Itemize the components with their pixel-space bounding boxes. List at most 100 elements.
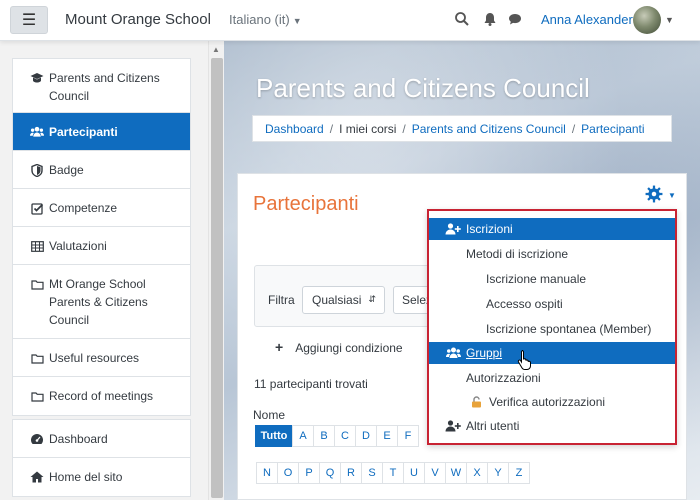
chat-icon[interactable] (507, 11, 523, 27)
folder-icon (30, 275, 44, 293)
sidebar-item-label: Valutazioni (49, 239, 107, 253)
scrollbar-thumb[interactable] (211, 58, 223, 498)
initial-letter-button[interactable]: Y (487, 462, 509, 484)
checkbox-icon (30, 199, 44, 217)
user-name[interactable]: Anna Alexander (541, 12, 633, 27)
table-icon (30, 237, 44, 255)
breadcrumb-separator: / (329, 121, 334, 136)
chevron-down-icon[interactable]: ▼ (668, 191, 676, 200)
menu-item-altri-utenti[interactable]: Altri utenti (429, 415, 675, 437)
menu-item-label: Iscrizioni (466, 222, 513, 236)
drawer-course-list: Parents and Citizens Council Partecipanti… (12, 58, 191, 416)
sidebar-item-useful-resources[interactable]: Useful resources (13, 339, 190, 377)
initial-all-button[interactable]: Tutto (255, 425, 293, 447)
initial-letter-button[interactable]: X (466, 462, 488, 484)
initial-letter-button[interactable]: T (382, 462, 404, 484)
course-admin-menu: Iscrizioni Metodi di iscrizione Iscrizione… (427, 209, 677, 445)
initial-letter-button[interactable]: O (277, 462, 299, 484)
breadcrumb-participants[interactable]: Partecipanti (581, 122, 644, 136)
initial-letter-button[interactable]: E (376, 425, 398, 447)
menu-item-iscrizioni[interactable]: Iscrizioni (429, 218, 675, 240)
menu-item-accesso-ospiti[interactable]: Accesso ospiti (429, 293, 675, 315)
sidebar-item-home-del-sito[interactable]: Home del sito (13, 458, 190, 496)
menu-item-metodi-di-iscrizione[interactable]: Metodi di iscrizione (429, 243, 675, 265)
menu-item-iscrizione-manuale[interactable]: Iscrizione manuale (429, 268, 675, 290)
menu-item-iscrizione-spontanea-member[interactable]: Iscrizione spontanea (Member) (429, 318, 675, 340)
breadcrumb: Dashboard / I miei corsi / Parents and C… (252, 115, 672, 142)
initial-letter-button[interactable]: S (361, 462, 383, 484)
match-select-value: Qualsiasi (312, 293, 362, 307)
drawer-site-list: Dashboard Home del sito (12, 419, 191, 497)
graduation-cap-icon (30, 69, 44, 87)
bell-icon[interactable] (482, 11, 498, 27)
breadcrumb-separator: / (571, 121, 576, 136)
sidebar-item-parents-and-citizens-council[interactable]: Parents and Citizens Council (13, 59, 190, 113)
sidebar-item-label: Record of meetings (49, 389, 154, 403)
menu-item-label: Iscrizione spontanea (Member) (486, 322, 652, 336)
participants-count: 11 partecipanti trovati (254, 377, 368, 391)
initial-letter-button[interactable]: A (292, 425, 314, 447)
gear-icon[interactable] (645, 185, 663, 203)
search-icon[interactable] (454, 11, 470, 27)
hand-cursor-icon (517, 350, 531, 370)
sidebar-item-label: Dashboard (49, 432, 108, 446)
menu-item-gruppi[interactable]: Gruppi (429, 342, 675, 364)
folder-icon (30, 349, 44, 367)
nav-drawer: Parents and Citizens Council Partecipanti… (0, 41, 208, 500)
menu-item-label: Verifica autorizzazioni (489, 395, 606, 409)
top-navbar: ☰ Mount Orange School Italiano (it) ▼ Ann… (0, 0, 700, 41)
filter-label: Filtra (268, 293, 295, 307)
sidebar-item-dashboard[interactable]: Dashboard (13, 420, 190, 458)
sidebar-item-partecipanti[interactable]: Partecipanti (13, 113, 190, 151)
hamburger-icon[interactable]: ☰ (10, 6, 48, 34)
breadcrumb-dashboard[interactable]: Dashboard (265, 122, 324, 136)
breadcrumb-course[interactable]: Parents and Citizens Council (412, 122, 566, 136)
sidebar-item-mt-orange-school-parents-citizens-council[interactable]: Mt Orange School Parents & Citizens Coun… (13, 265, 190, 339)
scroll-up-icon[interactable]: ▲ (212, 45, 220, 54)
sidebar-item-label: Partecipanti (49, 125, 118, 139)
drawer-scrollbar[interactable]: ▲ (208, 41, 224, 500)
initial-letter-button[interactable]: R (340, 462, 362, 484)
initial-letter-button[interactable]: W (445, 462, 467, 484)
sidebar-item-label: Useful resources (49, 351, 140, 365)
shield-icon (30, 161, 44, 179)
sidebar-item-competenze[interactable]: Competenze (13, 189, 190, 227)
initial-letter-button[interactable]: B (313, 425, 335, 447)
user-plus-icon (445, 419, 461, 433)
breadcrumb-separator: / (402, 121, 406, 136)
sidebar-item-record-of-meetings[interactable]: Record of meetings (13, 377, 190, 415)
initial-letter-button[interactable]: D (355, 425, 377, 447)
initial-letter-button[interactable]: P (298, 462, 320, 484)
sidebar-item-label: Competenze (49, 201, 118, 215)
page-title: Parents and Citizens Council (256, 73, 590, 103)
menu-item-label: Accesso ospiti (486, 297, 563, 311)
match-select[interactable]: Qualsiasi ⇵ (302, 286, 385, 314)
menu-item-autorizzazioni[interactable]: Autorizzazioni (429, 367, 675, 389)
chevron-down-icon[interactable]: ▼ (665, 15, 674, 25)
sidebar-item-badge[interactable]: Badge (13, 151, 190, 189)
add-condition-label: Aggiungi condizione (295, 341, 403, 355)
participants-heading: Partecipanti (253, 193, 359, 215)
initial-letter-button[interactable]: Z (508, 462, 530, 484)
initial-letter-button[interactable]: V (424, 462, 446, 484)
initial-letter-button[interactable]: N (256, 462, 278, 484)
initial-letter-button[interactable]: C (334, 425, 356, 447)
add-condition-button[interactable]: + Aggiungi condizione (275, 339, 403, 355)
sidebar-item-valutazioni[interactable]: Valutazioni (13, 227, 190, 265)
select-arrows-icon: ⇵ (368, 294, 376, 304)
sidebar-item-label: Home del sito (49, 470, 123, 484)
user-plus-icon (445, 222, 461, 236)
initials-bar-row1: Tutto ABCDEF (255, 425, 419, 447)
avatar[interactable] (633, 6, 661, 34)
menu-item-label: Iscrizione manuale (486, 272, 587, 286)
home-icon (30, 468, 44, 486)
initial-letter-button[interactable]: U (403, 462, 425, 484)
sidebar-item-label: Mt Orange School Parents & Citizens Coun… (49, 277, 148, 327)
language-menu[interactable]: Italiano (it) ▼ (229, 12, 302, 27)
folder-icon (30, 387, 44, 405)
menu-item-verifica-autorizzazioni[interactable]: Verifica autorizzazioni (429, 391, 675, 413)
breadcrumb-my-courses: I miei corsi (339, 121, 397, 136)
site-brand[interactable]: Mount Orange School (65, 11, 211, 28)
initial-letter-button[interactable]: Q (319, 462, 341, 484)
initial-letter-button[interactable]: F (397, 425, 419, 447)
